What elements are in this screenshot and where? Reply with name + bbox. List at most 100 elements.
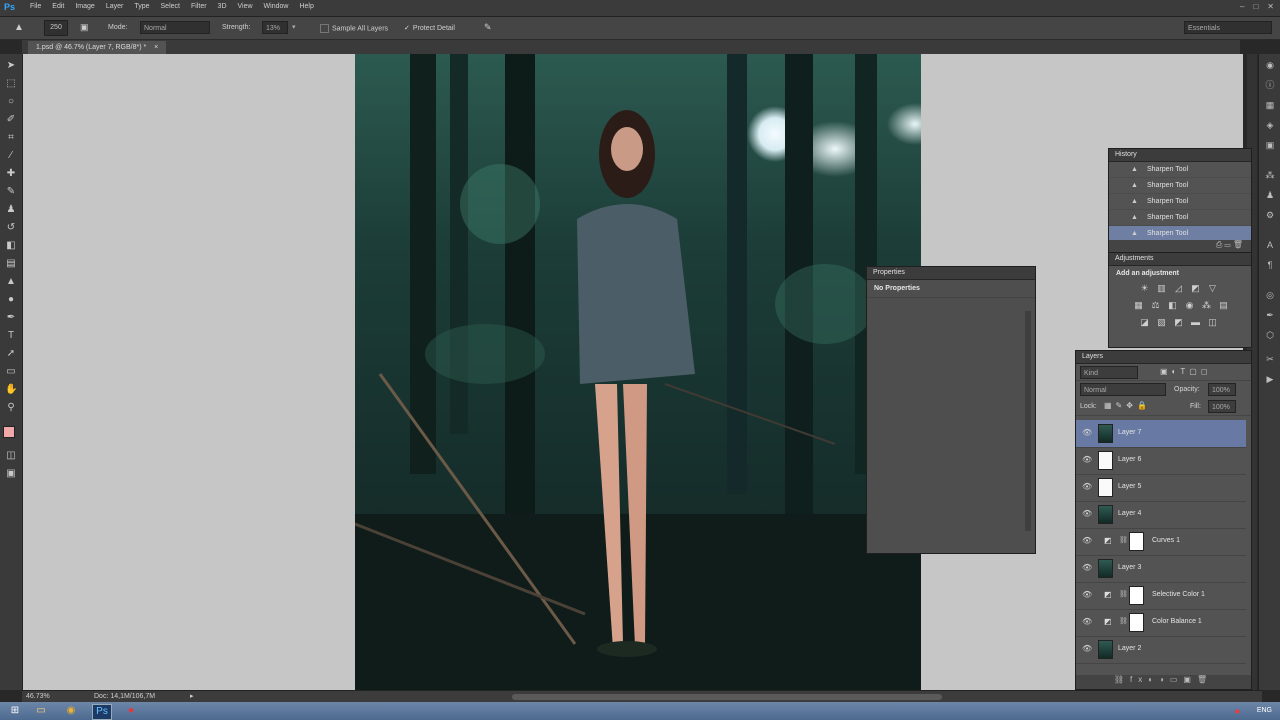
sample-all-layers-checkbox[interactable]: Sample All Layers: [320, 24, 388, 33]
strength-input[interactable]: 13%: [262, 21, 288, 34]
layer-thumbnail[interactable]: [1098, 559, 1113, 578]
clone-source-icon[interactable]: ♟: [1265, 190, 1275, 200]
mask-link-icon[interactable]: ⛓: [1119, 617, 1128, 625]
menu-layer[interactable]: Layer: [106, 3, 124, 10]
menu-help[interactable]: Help: [299, 3, 313, 10]
history-footer-icons[interactable]: ⎙ ▭ 🗑: [1109, 240, 1251, 252]
menu-image[interactable]: Image: [75, 3, 94, 10]
chrome-taskbar-icon[interactable]: ◉: [62, 704, 80, 718]
layer-row[interactable]: 👁 Layer 2: [1076, 636, 1246, 664]
start-button-icon[interactable]: ⊞: [6, 704, 24, 718]
tool-presets-icon[interactable]: ⚙: [1265, 210, 1275, 220]
hue-saturation-icon[interactable]: ▦: [1133, 300, 1144, 311]
history-panel-title[interactable]: History: [1109, 149, 1251, 162]
minimize-button[interactable]: –: [1240, 2, 1244, 11]
3d-panel-icon[interactable]: ⬡: [1265, 330, 1275, 340]
pen-tool-icon[interactable]: ✒: [5, 312, 17, 324]
close-tab-icon[interactable]: ×: [154, 44, 158, 51]
workspace-select[interactable]: Essentials: [1184, 21, 1272, 34]
mask-link-icon[interactable]: ⛓: [1119, 590, 1128, 598]
layer-name[interactable]: Layer 7: [1118, 429, 1141, 436]
properties-panel-title[interactable]: Properties: [867, 267, 1035, 280]
history-item[interactable]: ▲ Sharpen Tool: [1109, 226, 1251, 240]
fill-input[interactable]: 100%: [1208, 400, 1236, 413]
layer-name[interactable]: Layer 6: [1118, 456, 1141, 463]
move-tool-icon[interactable]: ➤: [5, 60, 17, 72]
selective-color-icon[interactable]: ◫: [1207, 317, 1218, 328]
curves-icon[interactable]: ◿: [1173, 283, 1184, 294]
quick-select-tool-icon[interactable]: ✐: [5, 114, 17, 126]
photoshop-taskbar-icon[interactable]: Ps: [92, 704, 112, 720]
mask-link-icon[interactable]: ⛓: [1119, 536, 1128, 544]
gradient-map-icon[interactable]: ▬: [1190, 317, 1201, 328]
layer-row[interactable]: 👁 ◩ ⛓ Selective Color 1: [1076, 582, 1246, 610]
pressure-icon[interactable]: ✎: [484, 22, 492, 33]
visibility-eye-icon[interactable]: 👁: [1082, 482, 1092, 491]
brush-panel-icon[interactable]: ▣: [80, 22, 89, 33]
layer-thumbnail[interactable]: [1098, 451, 1113, 470]
layer-name[interactable]: Layer 2: [1118, 645, 1141, 652]
layer-name[interactable]: Layer 3: [1118, 564, 1141, 571]
visibility-eye-icon[interactable]: 👁: [1082, 617, 1092, 626]
type-tool-icon[interactable]: T: [5, 330, 17, 342]
layer-filter-select[interactable]: Kind: [1080, 366, 1138, 379]
path-selection-tool-icon[interactable]: ➚: [5, 348, 17, 360]
vibrance-icon[interactable]: ▽: [1207, 283, 1218, 294]
layer-row[interactable]: 👁 Layer 4: [1076, 501, 1246, 529]
opacity-input[interactable]: 100%: [1208, 383, 1236, 396]
layer-mask-thumbnail[interactable]: [1129, 586, 1144, 605]
eraser-tool-icon[interactable]: ◧: [5, 240, 17, 252]
layer-row[interactable]: 👁 Layer 3: [1076, 555, 1246, 583]
adjustments-panel-title[interactable]: Adjustments: [1109, 253, 1251, 266]
close-button[interactable]: ✕: [1267, 2, 1274, 11]
visibility-eye-icon[interactable]: 👁: [1082, 509, 1092, 518]
layer-name[interactable]: Layer 4: [1118, 510, 1141, 517]
strength-dropdown-icon[interactable]: ▾: [292, 23, 296, 31]
color-lookup-icon[interactable]: ▤: [1218, 300, 1229, 311]
actions-panel-icon[interactable]: ▶: [1265, 374, 1275, 384]
clone-stamp-tool-icon[interactable]: ♟: [5, 204, 17, 216]
history-brush-tool-icon[interactable]: ↺: [5, 222, 17, 234]
info-panel-icon[interactable]: ⓘ: [1265, 80, 1275, 90]
threshold-icon[interactable]: ◩: [1173, 317, 1184, 328]
invert-icon[interactable]: ◪: [1139, 317, 1150, 328]
layer-name[interactable]: Curves 1: [1152, 537, 1180, 544]
rectangle-tool-icon[interactable]: ▭: [5, 366, 17, 378]
zoom-tool-icon[interactable]: ⚲: [5, 402, 17, 414]
color-panel-icon[interactable]: ◉: [1265, 60, 1275, 70]
brightness-icon[interactable]: ☀: [1139, 283, 1150, 294]
visibility-eye-icon[interactable]: 👁: [1082, 428, 1092, 437]
layer-thumbnail[interactable]: [1098, 478, 1113, 497]
document-tab[interactable]: 1.psd @ 46.7% (Layer 7, RGB/8*) * ×: [28, 41, 167, 54]
layer-mask-thumbnail[interactable]: [1129, 613, 1144, 632]
crop-tool-icon[interactable]: ⌗: [5, 132, 17, 144]
posterize-icon[interactable]: ▧: [1156, 317, 1167, 328]
layer-row[interactable]: 👁 Layer 6: [1076, 447, 1246, 475]
paragraph-panel-icon[interactable]: ¶: [1265, 260, 1275, 270]
menu-type[interactable]: Type: [134, 3, 149, 10]
recorder-taskbar-icon[interactable]: ●: [122, 704, 140, 718]
quick-mask-icon[interactable]: ◫: [5, 450, 17, 462]
character-panel-icon[interactable]: A: [1265, 240, 1275, 250]
layer-filter-icons[interactable]: ▣◐T▢◻: [1160, 367, 1211, 376]
menu-file[interactable]: File: [30, 3, 41, 10]
visibility-eye-icon[interactable]: 👁: [1082, 455, 1092, 464]
protect-detail-checkbox[interactable]: ✓ Protect Detail: [404, 24, 455, 32]
visibility-eye-icon[interactable]: 👁: [1082, 536, 1092, 545]
history-item[interactable]: ▲ Sharpen Tool: [1109, 178, 1251, 194]
history-item[interactable]: ▲ Sharpen Tool: [1109, 210, 1251, 226]
maximize-button[interactable]: □: [1253, 2, 1258, 11]
screen-mode-icon[interactable]: ▣: [5, 468, 17, 480]
layer-name[interactable]: Color Balance 1: [1152, 618, 1202, 625]
dodge-tool-icon[interactable]: ●: [5, 294, 17, 306]
eyedropper-tool-icon[interactable]: ⁄: [5, 150, 17, 162]
navigator-panel-icon[interactable]: ▣: [1265, 140, 1275, 150]
visibility-eye-icon[interactable]: 👁: [1082, 590, 1092, 599]
styles-panel-icon[interactable]: ◈: [1265, 120, 1275, 130]
record-tray-icon[interactable]: ●: [1235, 706, 1240, 716]
history-item[interactable]: ▲ Sharpen Tool: [1109, 194, 1251, 210]
levels-icon[interactable]: ▥: [1156, 283, 1167, 294]
layer-thumbnail[interactable]: [1098, 424, 1113, 443]
color-balance-icon[interactable]: ⚖: [1150, 300, 1161, 311]
layer-thumbnail[interactable]: [1098, 640, 1113, 659]
